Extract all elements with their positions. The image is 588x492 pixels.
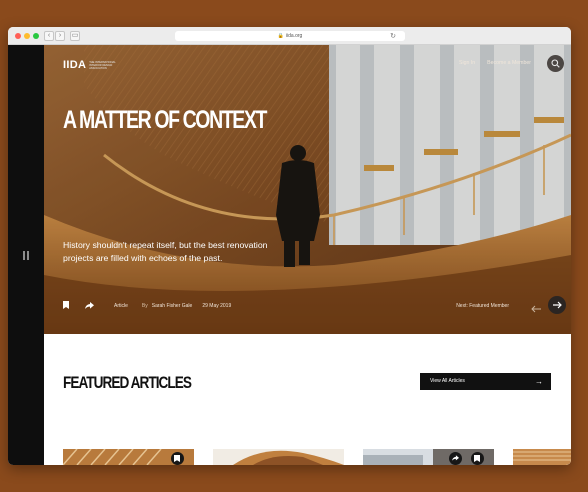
search-button[interactable] <box>547 55 564 72</box>
view-all-label: View All Articles <box>430 378 465 384</box>
logo-mark: IIDA <box>63 59 87 71</box>
section-title: FEATURED ARTICLES <box>63 373 192 392</box>
hero-section: IIDA The International Interior Design A… <box>44 45 571 334</box>
become-member-link[interactable]: Become a Member <box>487 60 531 66</box>
next-slide-button[interactable] <box>548 296 566 314</box>
arrow-right-icon: → <box>535 377 543 386</box>
site-logo[interactable]: IIDA The International Interior Design A… <box>63 59 123 71</box>
hero-dek: History shouldn't repeat itself, but the… <box>63 240 268 263</box>
forward-button[interactable]: › <box>55 31 65 41</box>
bookmark-icon <box>174 455 180 462</box>
share-icon[interactable] <box>85 301 94 311</box>
article-card-image <box>213 449 344 465</box>
article-card[interactable] <box>63 449 194 465</box>
article-card[interactable] <box>363 449 494 465</box>
hero-image <box>44 45 571 334</box>
article-type: Article <box>114 303 128 309</box>
article-meta: Article By Sarah Fisher Gale 29 May 2019 <box>63 301 231 311</box>
search-icon <box>551 59 560 68</box>
featured-articles-section: FEATURED ARTICLES View All Articles → <box>44 334 571 465</box>
zoom-window-button[interactable] <box>33 33 39 39</box>
top-nav: Sign In Become a Member <box>459 60 531 66</box>
next-article-label[interactable]: Next: Featured Member <box>456 303 509 309</box>
article-date: 29 May 2019 <box>202 303 232 309</box>
article-author[interactable]: Sarah Fisher Gale <box>152 303 193 309</box>
share-icon <box>452 455 459 461</box>
article-card[interactable] <box>213 449 344 465</box>
view-all-articles-button[interactable]: View All Articles → <box>420 373 551 390</box>
address-bar[interactable]: 🔒 iida.org ↻ <box>175 31 405 41</box>
bookmark-icon <box>474 455 480 462</box>
left-rail <box>8 45 44 465</box>
sign-in-link[interactable]: Sign In <box>459 60 475 66</box>
pause-icon[interactable] <box>23 251 30 260</box>
minimize-window-button[interactable] <box>24 33 30 39</box>
card-bookmark-button[interactable] <box>171 452 184 465</box>
card-share-button[interactable] <box>449 452 462 465</box>
sidebar-toggle-button[interactable]: ▭ <box>70 31 80 41</box>
article-card[interactable] <box>513 449 571 465</box>
arrow-left-icon[interactable] <box>530 301 542 313</box>
address-url: iida.org <box>285 33 303 39</box>
article-card-image <box>513 449 571 465</box>
article-by: By <box>141 303 148 309</box>
back-button[interactable]: ‹ <box>44 31 54 41</box>
arrow-right-icon <box>553 301 562 309</box>
bookmark-icon[interactable] <box>63 301 69 311</box>
browser-window: ‹ › ▭ 🔒 iida.org ↻ IIDA THE INTERNATIONA… <box>8 27 571 465</box>
browser-toolbar: ‹ › ▭ 🔒 iida.org ↻ <box>8 27 571 45</box>
logo-tagline: The International Interior Design Associ… <box>89 60 116 70</box>
card-bookmark-button[interactable] <box>471 452 484 465</box>
reload-icon[interactable]: ↻ <box>390 32 396 42</box>
hero-headline: A MATTER OF CONTEXT <box>63 106 267 134</box>
lock-icon: 🔒 <box>277 33 284 39</box>
close-window-button[interactable] <box>15 33 21 39</box>
